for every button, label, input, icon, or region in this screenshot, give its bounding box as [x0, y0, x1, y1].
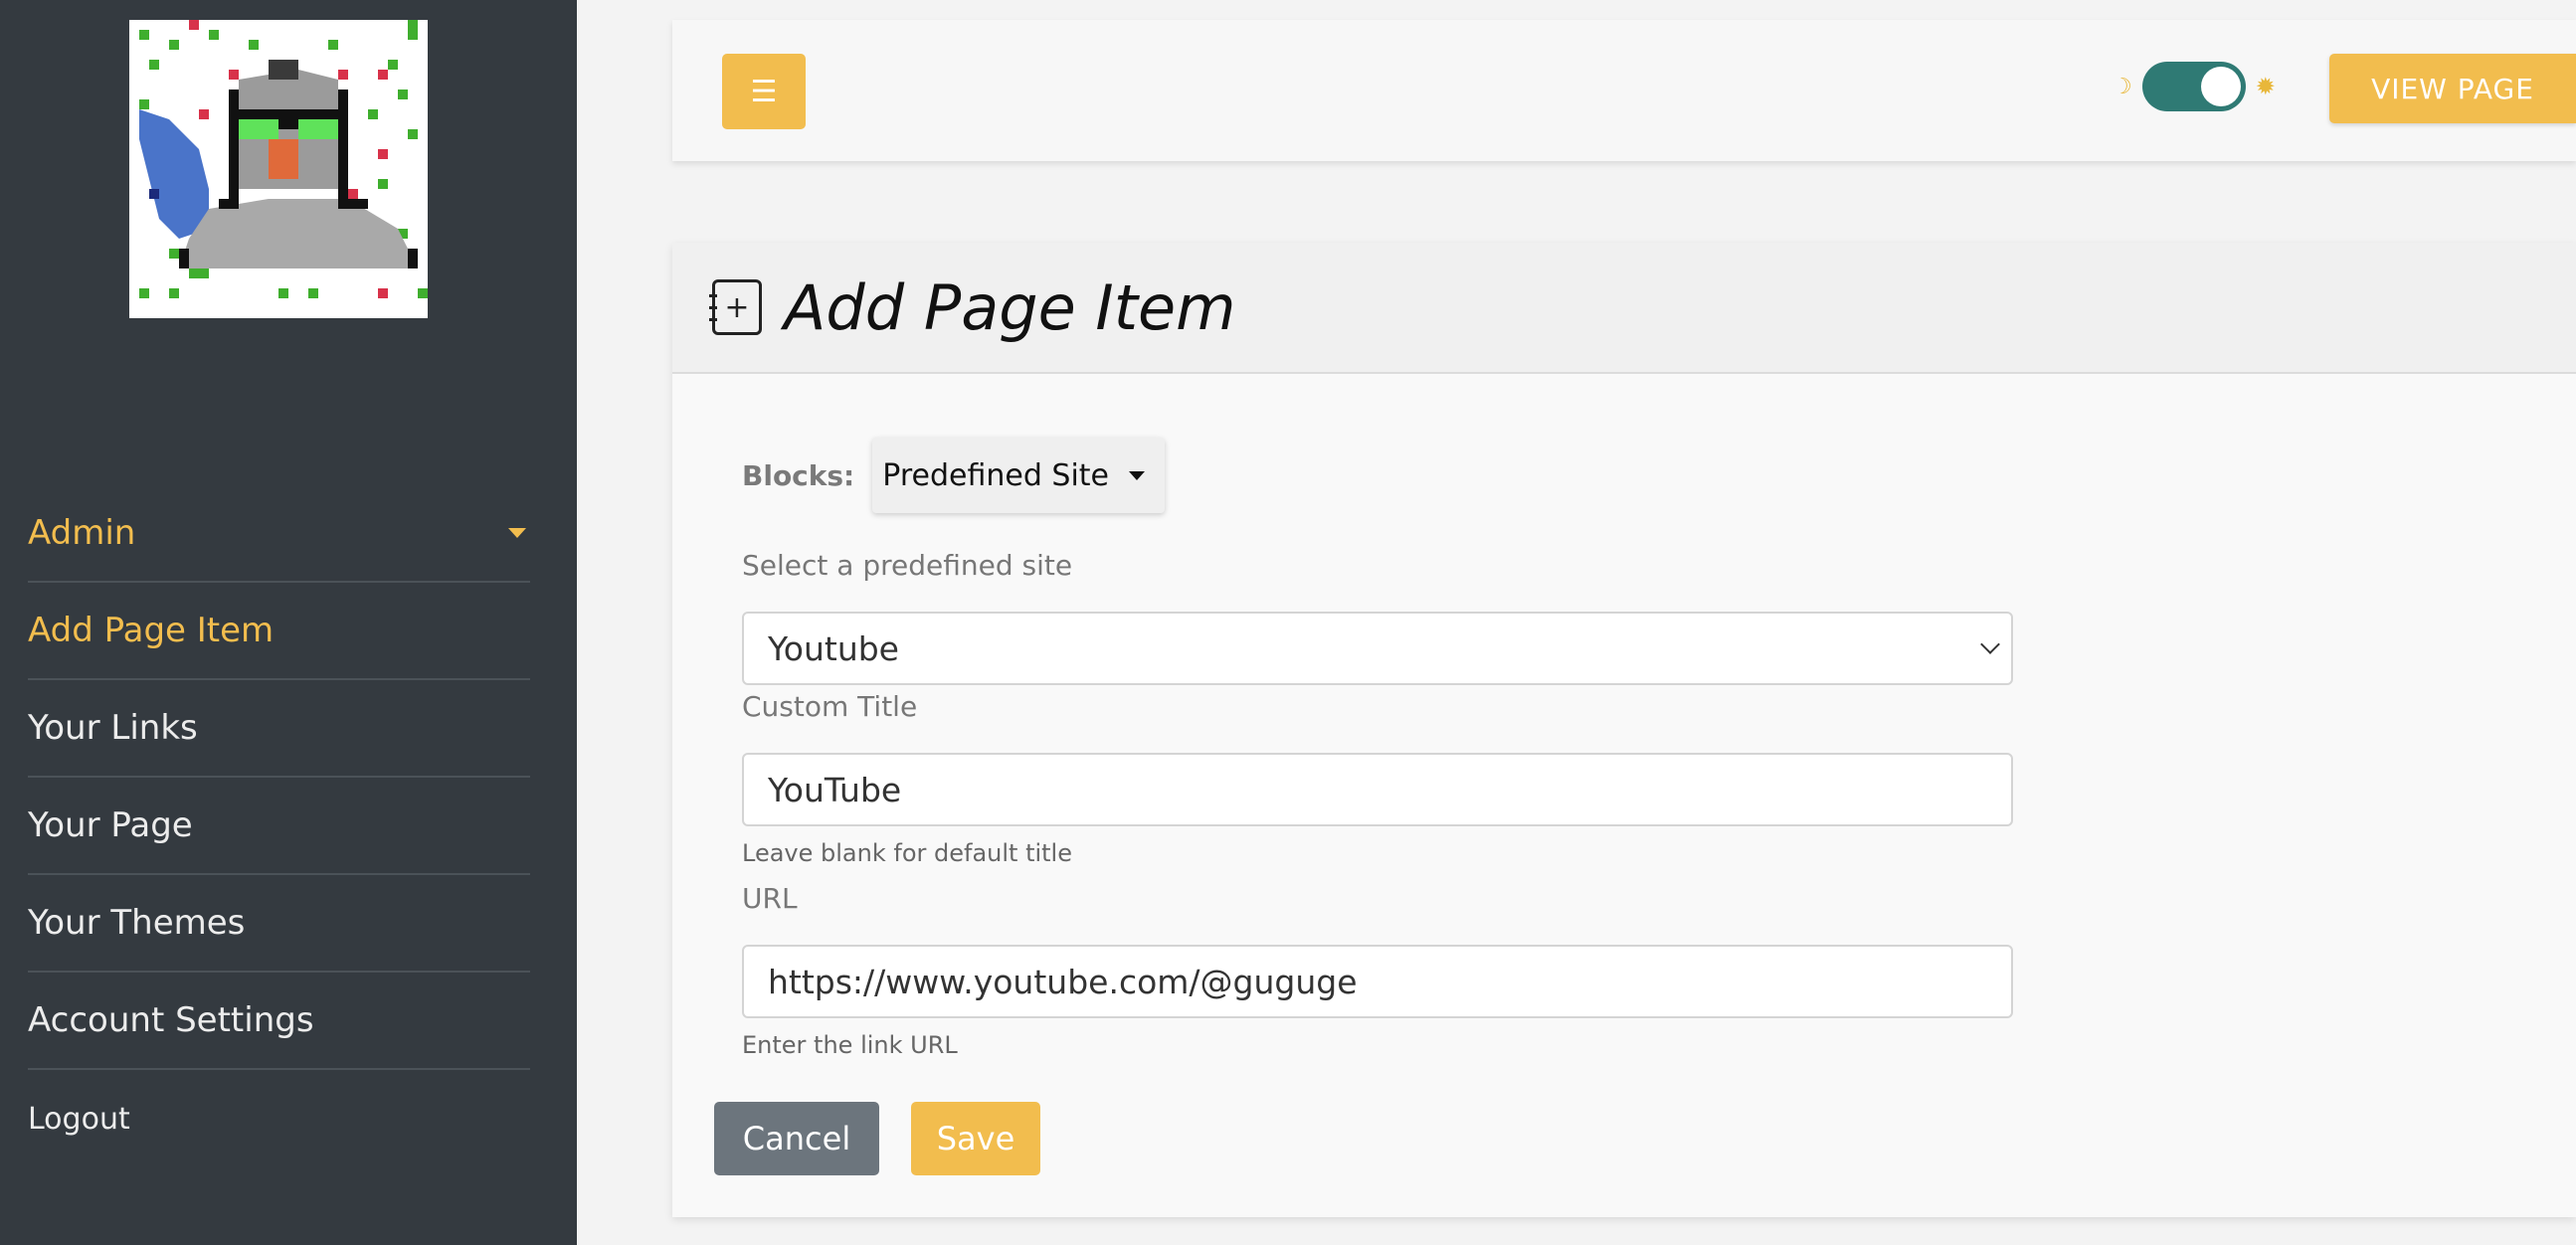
- page-title: Add Page Item: [784, 270, 1236, 344]
- card-header: + Add Page Item: [672, 243, 2576, 374]
- sidebar-item-label: Add Page Item: [28, 611, 275, 650]
- theme-toggle[interactable]: [2141, 62, 2246, 111]
- sidebar-item-your-links[interactable]: Your Links: [28, 680, 530, 778]
- chevron-down-icon: [1980, 634, 2000, 654]
- custom-title-label: Custom Title: [742, 690, 918, 723]
- url-value: https://www.youtube.com/@guguge: [768, 962, 1358, 1001]
- moon-icon: ☽: [2113, 74, 2132, 99]
- view-page-button[interactable]: VIEW PAGE: [2329, 54, 2576, 123]
- caret-down-icon: [1129, 470, 1146, 480]
- custom-title-value: YouTube: [768, 770, 902, 809]
- sidebar-item-logout[interactable]: Logout: [28, 1070, 530, 1167]
- sidebar-item-your-themes[interactable]: Your Themes: [28, 875, 530, 973]
- sidebar-item-account-settings[interactable]: Account Settings: [28, 973, 530, 1070]
- view-page-label: VIEW PAGE: [2371, 72, 2534, 105]
- topbar: ☰ ☽ ✹ VIEW PAGE: [672, 20, 2576, 161]
- blocks-dropdown[interactable]: Predefined Site: [872, 438, 1166, 513]
- sidebar-item-add-page-item[interactable]: Add Page Item: [28, 583, 530, 680]
- sidebar-item-label: Your Links: [28, 708, 198, 748]
- blocks-dropdown-value: Predefined Site: [882, 457, 1110, 493]
- url-input[interactable]: https://www.youtube.com/@guguge: [742, 945, 2013, 1018]
- custom-title-help: Leave blank for default title: [742, 839, 1072, 867]
- sidebar-item-label: Your Themes: [28, 903, 246, 943]
- blocks-row: Blocks: Predefined Site: [742, 438, 1166, 513]
- sidebar-item-label: Account Settings: [28, 1000, 314, 1040]
- sidebar: Admin Add Page Item Your Links Your Page…: [0, 0, 577, 1245]
- cancel-button[interactable]: Cancel: [714, 1102, 879, 1175]
- sidebar-item-label: Logout: [28, 1101, 130, 1137]
- add-page-icon: +: [709, 279, 762, 335]
- predefined-site-label: Select a predefined site: [742, 549, 1073, 582]
- hamburger-icon: ☰: [750, 74, 778, 109]
- sun-icon: ✹: [2255, 73, 2276, 100]
- sidebar-item-label: Your Page: [28, 805, 193, 845]
- blocks-label: Blocks:: [742, 458, 855, 492]
- caret-down-icon: [508, 528, 526, 538]
- cancel-label: Cancel: [742, 1120, 851, 1157]
- sidebar-item-label: Admin: [28, 513, 136, 553]
- save-label: Save: [936, 1120, 1015, 1157]
- predefined-site-value: Youtube: [768, 628, 899, 668]
- save-button[interactable]: Save: [911, 1102, 1040, 1175]
- avatar-image: [129, 20, 428, 318]
- theme-toggle-group: ☽ ✹: [2113, 62, 2276, 111]
- custom-title-input[interactable]: YouTube: [742, 753, 2013, 826]
- sidebar-nav: Admin Add Page Item Your Links Your Page…: [28, 485, 530, 1167]
- menu-toggle-button[interactable]: ☰: [722, 54, 806, 129]
- sidebar-item-your-page[interactable]: Your Page: [28, 778, 530, 875]
- url-label: URL: [742, 882, 798, 915]
- predefined-site-select[interactable]: Youtube: [742, 612, 2013, 685]
- sidebar-item-admin[interactable]: Admin: [28, 485, 530, 583]
- add-page-item-card: + Add Page Item Blocks: Predefined Site …: [672, 243, 2576, 1217]
- toggle-knob: [2200, 67, 2241, 106]
- url-help: Enter the link URL: [742, 1031, 958, 1059]
- avatar[interactable]: [129, 20, 428, 318]
